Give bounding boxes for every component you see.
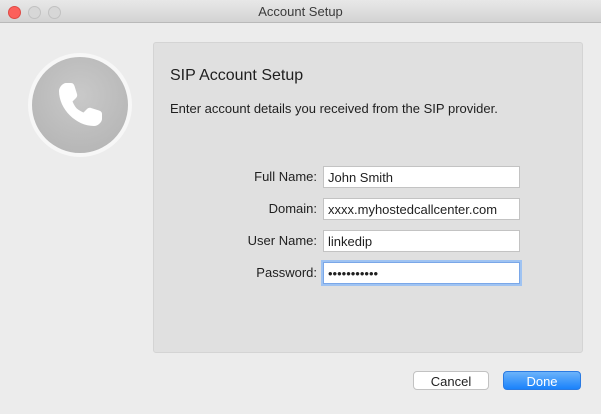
domain-field[interactable]: [323, 198, 520, 220]
password-field[interactable]: [323, 262, 520, 284]
phone-badge-circle: [32, 57, 128, 153]
phone-badge: [28, 53, 132, 157]
account-setup-window: Account Setup SIP Account Setup Enter ac…: [0, 0, 601, 414]
done-button[interactable]: Done: [503, 371, 581, 390]
title-bar[interactable]: Account Setup: [0, 0, 601, 23]
account-panel: SIP Account Setup Enter account details …: [153, 42, 583, 353]
cancel-button[interactable]: Cancel: [413, 371, 489, 390]
user-name-field[interactable]: [323, 230, 520, 252]
panel-description: Enter account details you received from …: [170, 101, 498, 116]
domain-row: Domain:: [154, 198, 582, 220]
phone-icon: [59, 83, 102, 126]
full-name-field[interactable]: [323, 166, 520, 188]
user-name-row: User Name:: [154, 230, 582, 252]
domain-label: Domain:: [268, 201, 317, 216]
user-name-label: User Name:: [247, 233, 317, 248]
window-title: Account Setup: [258, 4, 343, 19]
panel-heading: SIP Account Setup: [170, 67, 304, 84]
full-name-label: Full Name:: [254, 169, 317, 184]
password-row: Password:: [154, 262, 582, 284]
full-name-row: Full Name:: [154, 166, 582, 188]
password-label: Password:: [256, 265, 317, 280]
